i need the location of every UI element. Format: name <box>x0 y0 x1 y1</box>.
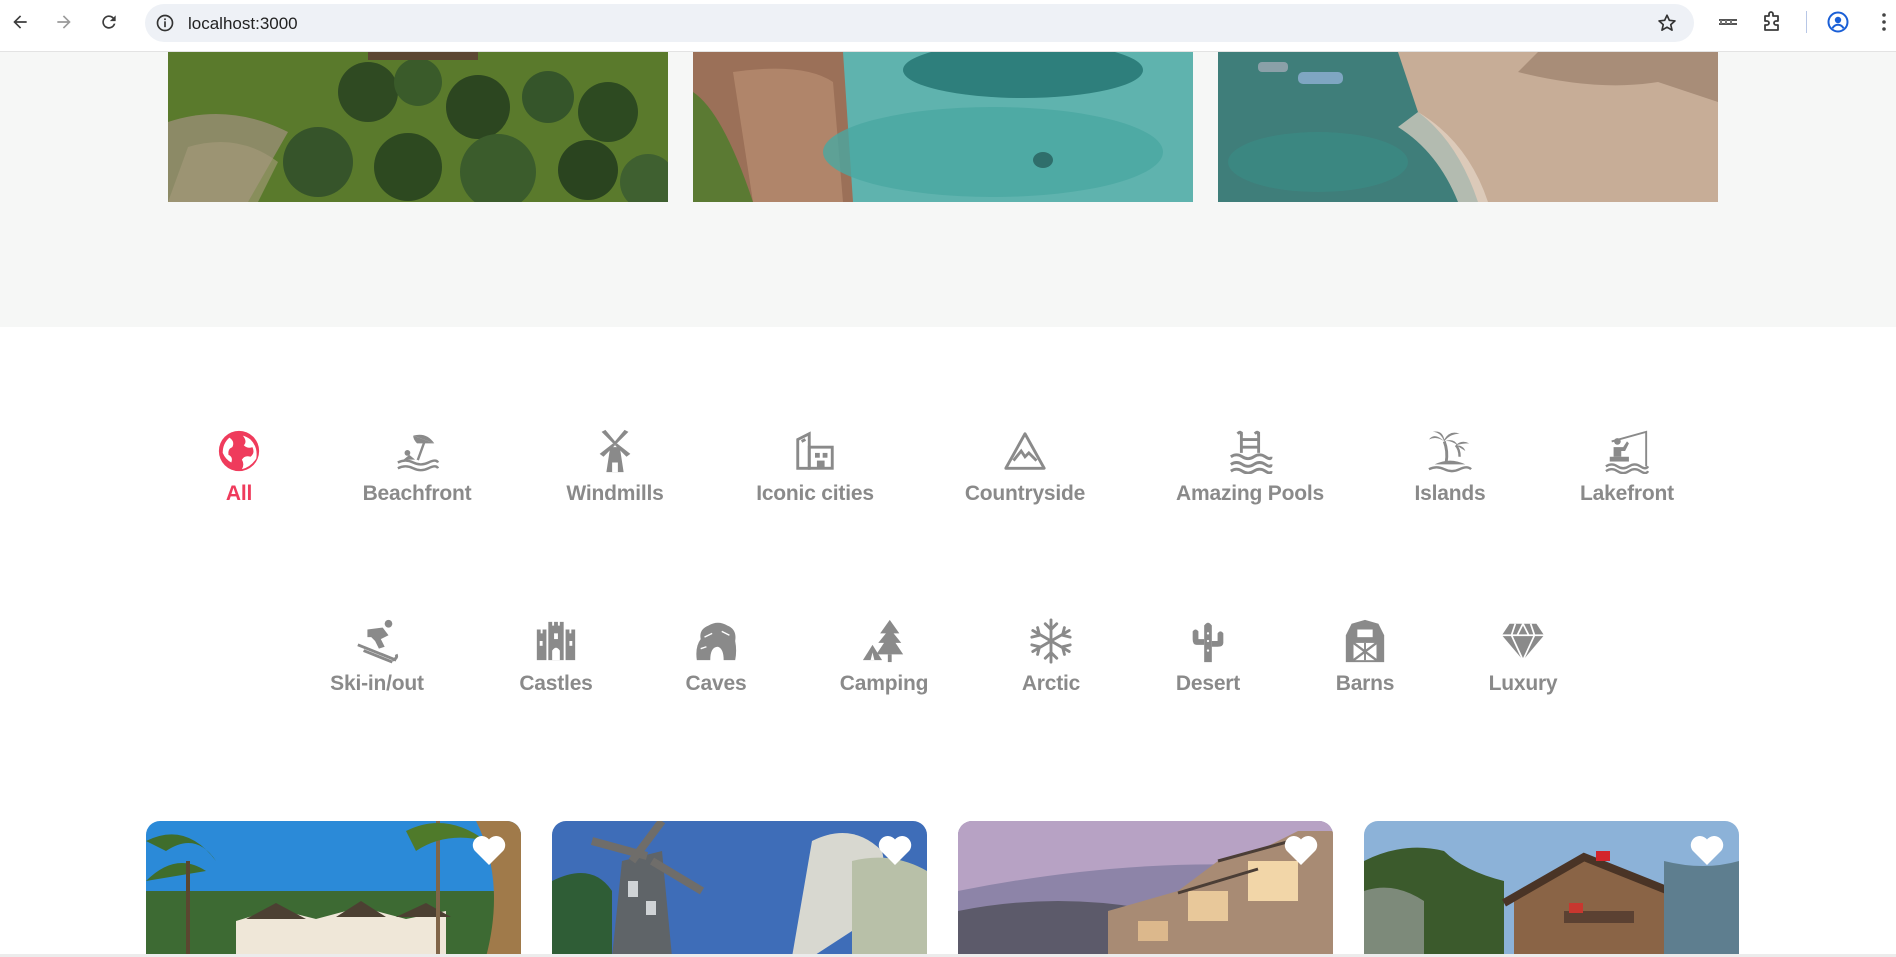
extension-bars-icon[interactable] <box>1716 10 1740 34</box>
category-countryside[interactable]: Countryside <box>963 426 1087 506</box>
category-amazing-pools[interactable]: Amazing Pools <box>1176 426 1324 506</box>
category-all[interactable]: All <box>209 426 269 506</box>
pool-photo[interactable] <box>693 52 1193 202</box>
palm-island-icon <box>1425 426 1475 476</box>
tent-tree-icon <box>859 616 909 666</box>
globe-icon <box>214 426 264 476</box>
category-beachfront[interactable]: Beachfront <box>362 426 472 506</box>
category-luxury[interactable]: Luxury <box>1483 616 1563 696</box>
category-label: Castles <box>519 672 593 695</box>
mountain-chalet-photo <box>1364 821 1739 957</box>
category-label: All <box>225 482 253 505</box>
hero-gallery <box>0 52 1896 327</box>
modern-lakeside-homes-photo <box>958 821 1333 957</box>
category-label: Ski-in/out <box>330 672 424 695</box>
fishing-icon <box>1602 426 1652 476</box>
category-label: Amazing Pools <box>1176 482 1324 505</box>
category-lakefront[interactable]: Lakefront <box>1570 426 1684 506</box>
listing-card[interactable] <box>1364 821 1739 957</box>
category-label: Lakefront <box>1580 482 1674 505</box>
kebab-menu-icon[interactable] <box>1872 10 1896 34</box>
tropical-villa-photo <box>146 821 521 957</box>
address-bar[interactable]: localhost:3000 <box>145 4 1694 42</box>
windmill-house-photo <box>552 821 927 957</box>
listing-card[interactable] <box>146 821 521 957</box>
beach-umbrella-icon <box>392 426 442 476</box>
category-label: Iconic cities <box>756 482 874 505</box>
beach-boats-photo[interactable] <box>1218 52 1718 202</box>
category-label: Desert <box>1175 672 1241 695</box>
city-building-icon <box>790 426 840 476</box>
bookmark-star-icon[interactable] <box>1656 12 1678 34</box>
forward-icon[interactable] <box>53 9 75 35</box>
puzzle-extensions-icon[interactable] <box>1760 10 1784 34</box>
cactus-icon <box>1183 616 1233 666</box>
category-label: Luxury <box>1488 672 1558 695</box>
category-label: Arctic <box>1021 672 1081 695</box>
category-ski-in-out[interactable]: Ski-in/out <box>326 616 428 696</box>
category-label: Windmills <box>566 482 664 505</box>
url-text[interactable]: localhost:3000 <box>188 14 298 34</box>
category-label: Countryside <box>964 482 1086 505</box>
category-camping[interactable]: Camping <box>838 616 930 696</box>
category-label: Beachfront <box>362 482 472 505</box>
countryside-shrubs-photo[interactable] <box>168 52 668 202</box>
category-castles[interactable]: Castles <box>515 616 597 696</box>
browser-toolbar: localhost:3000 <box>0 0 1896 52</box>
cave-icon <box>691 616 741 666</box>
category-windmills[interactable]: Windmills <box>560 426 670 506</box>
category-label: Camping <box>839 672 929 695</box>
diamond-icon <box>1498 616 1548 666</box>
listing-card[interactable] <box>552 821 927 957</box>
heart-icon[interactable] <box>877 833 913 867</box>
category-label: Barns <box>1335 672 1395 695</box>
category-caves[interactable]: Caves <box>680 616 752 696</box>
barn-icon <box>1340 616 1390 666</box>
windmill-icon <box>590 426 640 476</box>
heart-icon[interactable] <box>1283 833 1319 867</box>
site-info-icon[interactable] <box>155 13 175 33</box>
category-barns[interactable]: Barns <box>1330 616 1400 696</box>
heart-icon[interactable] <box>1689 833 1725 867</box>
mountain-icon <box>1000 426 1050 476</box>
profile-icon[interactable] <box>1826 10 1850 34</box>
back-icon[interactable] <box>9 9 31 35</box>
snowflake-icon <box>1026 616 1076 666</box>
reload-icon[interactable] <box>98 9 120 35</box>
category-desert[interactable]: Desert <box>1172 616 1244 696</box>
skier-icon <box>352 616 402 666</box>
pool-ladder-icon <box>1225 426 1275 476</box>
listing-card[interactable] <box>958 821 1333 957</box>
toolbar-divider <box>1806 11 1807 33</box>
category-iconic-cities[interactable]: Iconic cities <box>754 426 876 506</box>
category-label: Caves <box>685 672 747 695</box>
category-label: Islands <box>1414 482 1486 505</box>
category-arctic[interactable]: Arctic <box>1019 616 1083 696</box>
castle-icon <box>531 616 581 666</box>
heart-icon[interactable] <box>471 833 507 867</box>
category-islands[interactable]: Islands <box>1395 426 1505 506</box>
